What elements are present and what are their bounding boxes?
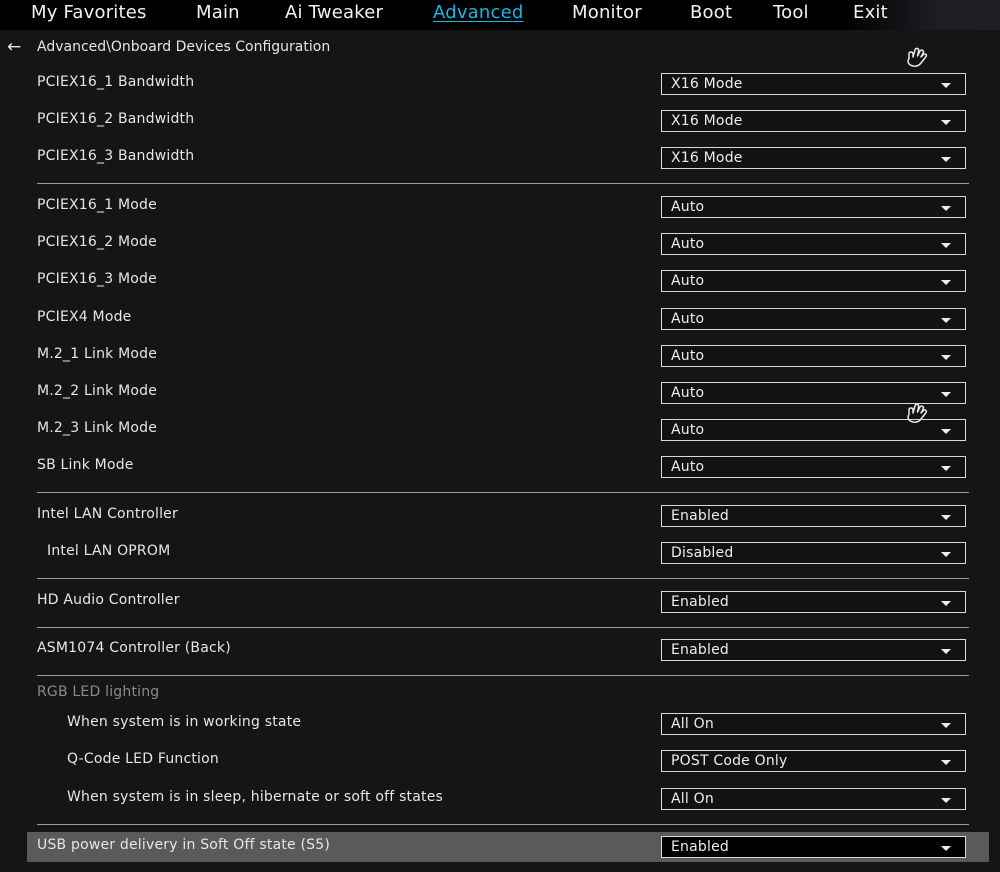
top-menu-bar: My Favorites Main Ai Tweaker Advanced Mo… [0,0,1000,30]
chevron-down-icon [941,243,951,248]
divider [37,675,969,676]
setting-label: PCIEX16_1 Bandwidth [37,74,195,90]
dropdown-value: Auto [671,385,705,401]
dropdown-value: X16 Mode [671,113,743,129]
setting-dropdown[interactable]: X16 Mode [661,73,966,95]
setting-dropdown[interactable]: Enabled [661,639,966,661]
dropdown-value: X16 Mode [671,150,743,166]
setting-label: PCIEX16_3 Mode [37,271,157,287]
chevron-down-icon [941,723,951,728]
setting-label: Intel LAN OPROM [47,543,171,559]
setting-dropdown[interactable]: Auto [661,270,966,292]
tab-exit[interactable]: Exit [853,2,888,23]
setting-label: M.2_2 Link Mode [37,383,158,399]
chevron-down-icon [941,120,951,125]
chevron-down-icon [941,846,951,851]
setting-label: PCIEX4 Mode [37,309,132,325]
tab-advanced[interactable]: Advanced [433,2,524,23]
chevron-down-icon [941,601,951,606]
tab-my-favorites[interactable]: My Favorites [31,2,147,23]
breadcrumb: Advanced\Onboard Devices Configuration [37,39,331,55]
setting-dropdown[interactable]: X16 Mode [661,147,966,169]
tab-monitor[interactable]: Monitor [572,2,642,23]
divider [37,824,969,825]
chevron-down-icon [941,392,951,397]
setting-label: SB Link Mode [37,457,134,473]
hand-cursor-icon [907,403,928,423]
chevron-down-icon [941,552,951,557]
dropdown-value: X16 Mode [671,76,743,92]
setting-dropdown[interactable]: X16 Mode [661,110,966,132]
setting-dropdown[interactable]: POST Code Only [661,750,966,772]
tab-tool[interactable]: Tool [773,2,809,23]
setting-dropdown[interactable]: Disabled [661,542,966,564]
chevron-down-icon [941,280,951,285]
dropdown-value: Auto [671,348,705,364]
dropdown-value: All On [671,791,714,807]
chevron-down-icon [941,466,951,471]
chevron-down-icon [941,760,951,765]
setting-label: Intel LAN Controller [37,506,178,522]
setting-label: HD Audio Controller [37,592,180,608]
chevron-down-icon [941,649,951,654]
dropdown-value: Auto [671,459,705,475]
divider [37,183,969,184]
setting-label: When system is in working state [67,714,302,730]
dropdown-value: Enabled [671,839,729,855]
chevron-down-icon [941,515,951,520]
chevron-down-icon [941,355,951,360]
dropdown-value: Enabled [671,508,729,524]
dropdown-value: Auto [671,236,705,252]
setting-label: PCIEX16_1 Mode [37,197,157,213]
back-arrow-icon[interactable]: ← [7,37,21,57]
setting-dropdown-selected[interactable]: Enabled [661,836,966,858]
setting-label-selected: USB power delivery in Soft Off state (S5… [37,837,331,853]
setting-dropdown[interactable]: Auto [661,345,966,367]
setting-label: M.2_3 Link Mode [37,420,158,436]
setting-label: ASM1074 Controller (Back) [37,640,231,656]
setting-dropdown[interactable]: Enabled [661,505,966,527]
setting-dropdown[interactable]: Auto [661,233,966,255]
setting-label: PCIEX16_2 Bandwidth [37,111,195,127]
dropdown-value: Auto [671,199,705,215]
tab-boot[interactable]: Boot [690,2,732,23]
dropdown-value: Disabled [671,545,734,561]
chevron-down-icon [941,206,951,211]
section-title-rgb: RGB LED lighting [37,684,160,700]
dropdown-value: POST Code Only [671,753,788,769]
dropdown-value: Auto [671,273,705,289]
dropdown-value: Enabled [671,642,729,658]
setting-dropdown[interactable]: Enabled [661,591,966,613]
setting-label: Q-Code LED Function [67,751,219,767]
divider [37,492,969,493]
setting-dropdown[interactable]: All On [661,788,966,810]
setting-label: PCIEX16_2 Mode [37,234,157,250]
setting-dropdown[interactable]: All On [661,713,966,735]
chevron-down-icon [941,157,951,162]
setting-label: PCIEX16_3 Bandwidth [37,148,195,164]
tab-ai-tweaker[interactable]: Ai Tweaker [285,2,383,23]
dropdown-value: Auto [671,422,705,438]
dropdown-value: Auto [671,311,705,327]
hand-cursor-icon [907,47,928,67]
chevron-down-icon [941,798,951,803]
tab-main[interactable]: Main [196,2,240,23]
setting-dropdown[interactable]: Auto [661,196,966,218]
setting-label: When system is in sleep, hibernate or so… [67,789,444,805]
chevron-down-icon [941,318,951,323]
setting-dropdown[interactable]: Auto [661,456,966,478]
setting-label: M.2_1 Link Mode [37,346,158,362]
dropdown-value: Enabled [671,594,729,610]
divider [37,627,969,628]
dropdown-value: All On [671,716,714,732]
divider [37,578,969,579]
chevron-down-icon [941,83,951,88]
setting-dropdown[interactable]: Auto [661,308,966,330]
chevron-down-icon [941,429,951,434]
